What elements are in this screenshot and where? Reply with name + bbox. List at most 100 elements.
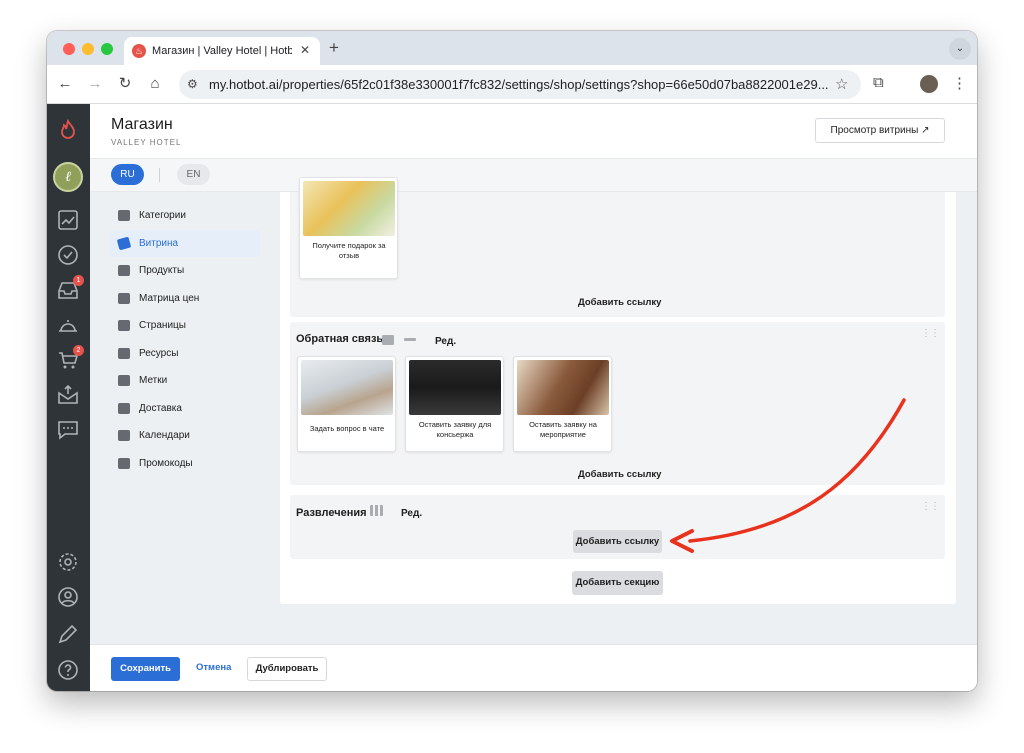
edit-section-button[interactable]: Ред.: [401, 508, 422, 519]
section-feedback: Обратная связь Ред. ⋮⋮ Задать вопрос в ч…: [290, 322, 945, 485]
chat-icon[interactable]: [56, 418, 80, 442]
user-avatar[interactable]: ℓ: [53, 162, 83, 192]
extensions-icon[interactable]: ⧉: [873, 74, 884, 91]
edit-section-button[interactable]: Ред.: [435, 336, 456, 347]
edit-pencil-icon[interactable]: [56, 622, 80, 646]
maximize-window-button[interactable]: [101, 43, 113, 55]
lang-ru-button[interactable]: RU: [111, 164, 144, 185]
add-section-label: Добавить секцию: [575, 577, 660, 588]
profile-avatar[interactable]: [920, 75, 938, 93]
external-link-icon: ↗: [921, 125, 930, 136]
inbox-badge: 1: [73, 275, 84, 286]
app-viewport: ℓ 1 2 Магазин VALLEY HOTEL Просмотр витр…: [47, 104, 977, 691]
list-layout-icon[interactable]: [404, 338, 416, 341]
address-bar[interactable]: ⚙ my.hotbot.ai/properties/65f2c01f38e330…: [179, 70, 861, 99]
sidebar-item-label: Доставка: [139, 402, 182, 414]
browser-tab[interactable]: ♨ Магазин | Valley Hotel | Hotbot ✕: [124, 37, 320, 65]
grid-icon: [118, 265, 130, 276]
resource-icon: [118, 347, 130, 359]
promo-icon: [118, 457, 130, 469]
hotbot-logo-icon[interactable]: [56, 118, 80, 142]
save-button[interactable]: Сохранить: [111, 657, 180, 681]
page-subtitle: VALLEY HOTEL: [111, 138, 182, 147]
sidebar-item-storefront[interactable]: Витрина: [110, 229, 260, 257]
sidebar-item-label: Промокоды: [139, 457, 193, 469]
card-label: Задать вопрос в чате: [309, 424, 385, 433]
page-header: Магазин VALLEY HOTEL Просмотр витрины ↗: [90, 104, 977, 159]
back-icon[interactable]: ←: [55, 74, 75, 94]
calculator-icon: [118, 292, 130, 304]
preview-storefront-button[interactable]: Просмотр витрины ↗: [815, 118, 945, 143]
cart-badge: 2: [73, 345, 84, 356]
drag-handle-icon[interactable]: ⋮⋮: [921, 501, 940, 512]
browser-toolbar: ← → ↻ ⌂ ⚙ my.hotbot.ai/properties/65f2c0…: [47, 65, 977, 104]
sidebar-item-label: Продукты: [139, 265, 185, 276]
link-card[interactable]: Оставить заявку для консьержа: [405, 356, 504, 452]
section-entertainment: Развлечения Ред. ⋮⋮ Добавить ссылку: [290, 495, 945, 559]
page-icon: [118, 320, 130, 331]
new-tab-button[interactable]: +: [329, 38, 339, 58]
add-section-button[interactable]: Добавить секцию: [572, 571, 663, 595]
hotbot-favicon-icon: ♨: [132, 44, 146, 58]
sidebar-item-promocodes[interactable]: Промокоды: [110, 450, 260, 478]
add-link-button[interactable]: Добавить ссылку: [573, 530, 662, 553]
card-label: Оставить заявку для консьержа: [418, 420, 492, 439]
grid-layout-icon[interactable]: [370, 505, 383, 516]
preview-button-label: Просмотр витрины: [830, 125, 919, 136]
sidebar-item-label: Календари: [139, 430, 190, 441]
help-icon[interactable]: [56, 658, 80, 682]
sidebar-item-calendars[interactable]: Календари: [110, 422, 260, 450]
concierge-image: [409, 360, 501, 415]
app-rail: ℓ 1 2: [47, 104, 90, 691]
sidebar-item-labels[interactable]: Метки: [110, 367, 260, 395]
link-card[interactable]: Задать вопрос в чате: [297, 356, 396, 452]
add-link-button[interactable]: Добавить ссылку: [578, 469, 661, 480]
sidebar-item-label: Ресурсы: [139, 347, 179, 359]
home-icon[interactable]: ⌂: [145, 74, 165, 94]
sidebar-item-pages[interactable]: Страницы: [110, 312, 260, 340]
drag-handle-icon[interactable]: ⋮⋮: [921, 328, 940, 339]
tab-title: Магазин | Valley Hotel | Hotbot: [152, 45, 292, 57]
mail-send-icon[interactable]: [56, 383, 80, 407]
tab-close-icon[interactable]: ✕: [300, 43, 310, 57]
store-icon: [118, 210, 130, 221]
site-info-icon[interactable]: ⚙: [187, 77, 198, 91]
carousel-layout-icon[interactable]: [382, 335, 394, 345]
reload-icon[interactable]: ↻: [115, 74, 135, 94]
lang-en-button[interactable]: EN: [177, 164, 210, 185]
gift-drink-image: [303, 181, 395, 236]
minimize-window-button[interactable]: [82, 43, 94, 55]
language-bar: RU EN: [90, 159, 977, 192]
calendar-icon: [118, 430, 130, 441]
link-card[interactable]: Оставить заявку на мероприятие: [513, 356, 612, 452]
bookmark-star-icon[interactable]: ☆: [835, 75, 848, 93]
settings-gear-icon[interactable]: [56, 550, 80, 574]
card-label: Получите подарок за отзыв: [312, 241, 386, 260]
tab-strip: ♨ Магазин | Valley Hotel | Hotbot ✕ + ⌄: [47, 31, 977, 65]
forward-icon[interactable]: →: [85, 74, 105, 94]
sidebar-item-delivery[interactable]: Доставка: [110, 395, 260, 423]
page-title: Магазин: [111, 116, 173, 133]
browser-menu-icon[interactable]: ⋮: [952, 74, 967, 92]
link-card[interactable]: Получите подарок за отзыв: [299, 177, 398, 279]
sidebar-item-price-matrix[interactable]: Матрица цен: [110, 285, 260, 313]
sidebar-item-label: Страницы: [139, 320, 186, 331]
form-footer: Сохранить Отмена Дублировать: [90, 644, 977, 691]
sidebar-item-products[interactable]: Продукты: [110, 257, 260, 285]
sidebar-item-categories[interactable]: Категории: [110, 202, 260, 230]
sidebar-item-resources[interactable]: Ресурсы: [110, 340, 260, 368]
sidebar-item-label: Категории: [139, 210, 186, 221]
account-icon[interactable]: [56, 585, 80, 609]
close-window-button[interactable]: [63, 43, 75, 55]
phone-chat-image: [301, 360, 393, 415]
cancel-button[interactable]: Отмена: [196, 662, 231, 673]
duplicate-button[interactable]: Дублировать: [247, 657, 327, 681]
sidebar-item-label: Витрина: [139, 237, 179, 249]
tab-search-button[interactable]: ⌄: [949, 38, 971, 60]
tasks-check-icon[interactable]: [56, 243, 80, 267]
analytics-icon[interactable]: [56, 208, 80, 232]
concierge-icon[interactable]: [56, 313, 80, 337]
add-link-button[interactable]: Добавить ссылку: [578, 297, 661, 308]
sidebar-item-label: Метки: [139, 375, 168, 386]
event-hall-image: [517, 360, 609, 415]
